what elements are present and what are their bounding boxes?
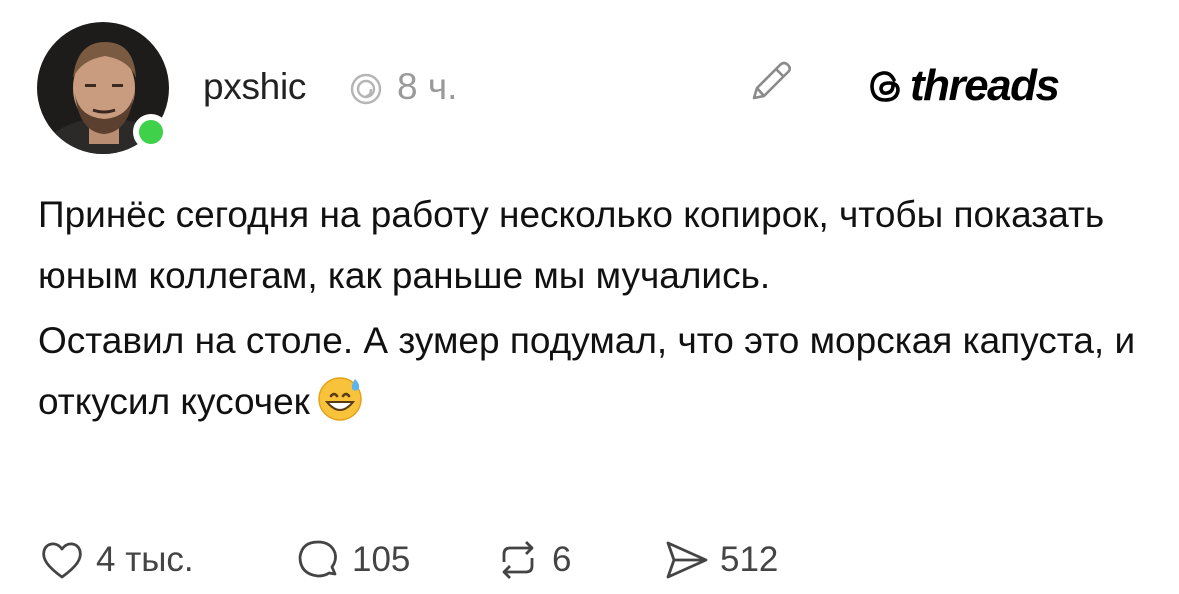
share-button[interactable]: 512: [662, 532, 778, 588]
post-body: Принёс сегодня на работу несколько копир…: [38, 184, 1138, 432]
reply-count: 105: [352, 540, 411, 579]
grinning-sweat-emoji-icon: [318, 377, 362, 421]
share-count: 512: [720, 540, 779, 579]
post-timestamp: 8 ч.: [397, 66, 458, 107]
reply-button[interactable]: 105: [294, 532, 410, 588]
like-button[interactable]: 4 тыс.: [38, 532, 194, 588]
threads-logo-icon: [870, 71, 900, 102]
heart-icon: [42, 542, 82, 579]
logo-text: threads: [910, 61, 1060, 110]
pencil-icon[interactable]: [746, 56, 796, 106]
post-paragraph: Принёс сегодня на работу несколько копир…: [38, 194, 1105, 296]
comment-icon: [298, 540, 337, 578]
repost-icon: [502, 541, 534, 579]
post-paragraph-text: Оставил на столе. А зумер подумал, что э…: [38, 320, 1136, 422]
username[interactable]: pxshic: [203, 66, 306, 108]
online-status-indicator: [133, 114, 169, 150]
threads-logo: threads: [866, 58, 1060, 114]
avatar[interactable]: [37, 22, 169, 154]
repost-count: 6: [552, 540, 572, 579]
post-paragraph: Оставил на столе. А зумер подумал, что э…: [38, 310, 1138, 432]
send-icon: [666, 541, 708, 579]
like-count: 4 тыс.: [96, 540, 194, 579]
repost-button[interactable]: 6: [494, 532, 571, 588]
threads-icon: [350, 73, 382, 105]
post-actions: 4 тыс. 105 6 512: [38, 532, 1138, 588]
